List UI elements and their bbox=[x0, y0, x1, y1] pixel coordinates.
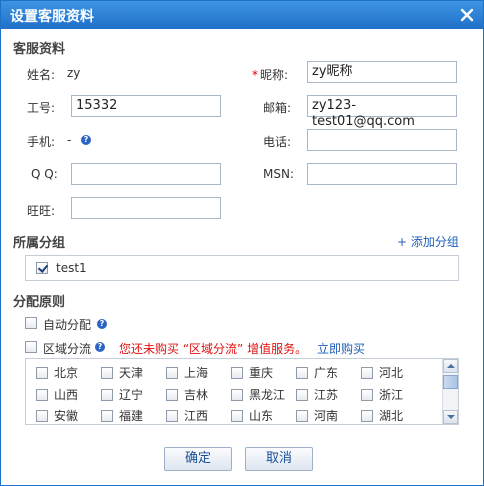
region-split-label: 区域分流 bbox=[43, 342, 92, 356]
msn-input[interactable] bbox=[307, 163, 457, 185]
dialog-title: 设置客服资料 bbox=[10, 9, 94, 25]
auto-assign-help-icon[interactable]: ? bbox=[97, 319, 107, 329]
region-item[interactable]: 福建 bbox=[101, 407, 143, 423]
region-list-scrollbar[interactable] bbox=[442, 359, 458, 424]
region-checkbox[interactable] bbox=[296, 366, 308, 379]
confirm-button[interactable]: 确定 bbox=[164, 447, 232, 471]
email-input[interactable]: zy123-test01@qq.com bbox=[307, 95, 457, 129]
nickname-label: 昵称: bbox=[260, 68, 289, 82]
region-item[interactable]: 黑龙江 bbox=[231, 386, 285, 402]
scroll-down-arrow-icon[interactable] bbox=[443, 410, 458, 424]
close-icon[interactable] bbox=[457, 5, 477, 25]
region-item[interactable]: 上海 bbox=[166, 364, 208, 380]
region-checkbox[interactable] bbox=[361, 366, 373, 379]
profile-section-title: 客服资料 bbox=[13, 42, 66, 57]
msn-label: MSN: bbox=[263, 167, 294, 181]
region-checkbox[interactable] bbox=[296, 388, 308, 401]
name-label: 姓名: bbox=[27, 68, 56, 82]
region-checkbox[interactable] bbox=[36, 409, 48, 422]
region-item[interactable]: 安徽 bbox=[36, 407, 78, 423]
dialog-titlebar: 设置客服资料 bbox=[1, 1, 483, 29]
customer-service-profile-dialog: 设置客服资料 客服资料 姓名: zy * 昵称: zy昵称 工号: 15332 邮… bbox=[0, 0, 484, 486]
phone-label: 电话: bbox=[263, 135, 292, 149]
group-section-title: 所属分组 bbox=[13, 236, 66, 251]
region-list: 北京 天津 上海 重庆 广东 河北 山西 辽宁 吉林 黑龙江 江苏 浙江 安徽 … bbox=[25, 358, 459, 425]
region-checkbox[interactable] bbox=[36, 388, 48, 401]
assignment-section-title: 分配原则 bbox=[13, 295, 66, 310]
auto-assign-checkbox[interactable] bbox=[25, 317, 37, 329]
region-item[interactable]: 吉林 bbox=[166, 386, 208, 402]
email-label: 邮箱: bbox=[263, 101, 292, 115]
region-split-help-icon[interactable]: ? bbox=[95, 342, 105, 352]
region-item[interactable]: 广东 bbox=[296, 364, 338, 380]
nickname-label-wrap: * 昵称: bbox=[252, 66, 288, 83]
region-item[interactable]: 江西 bbox=[166, 407, 208, 423]
auto-assign-label: 自动分配 bbox=[43, 318, 92, 332]
region-item[interactable]: 浙江 bbox=[361, 386, 403, 402]
region-item[interactable]: 北京 bbox=[36, 364, 78, 380]
scroll-thumb[interactable] bbox=[443, 375, 458, 389]
region-checkbox[interactable] bbox=[101, 409, 113, 422]
mobile-value: - bbox=[67, 133, 72, 147]
employee-id-input[interactable]: 15332 bbox=[71, 95, 221, 117]
region-checkbox[interactable] bbox=[166, 388, 178, 401]
region-item[interactable]: 河北 bbox=[361, 364, 403, 380]
add-group-link[interactable]: + 添加分组 bbox=[397, 233, 459, 250]
region-split-warning: 您还未购买 “区域分流” 增值服务。 bbox=[119, 342, 308, 356]
region-item[interactable]: 山东 bbox=[231, 407, 273, 423]
employee-id-label: 工号: bbox=[27, 101, 56, 115]
region-checkbox[interactable] bbox=[361, 409, 373, 422]
region-checkbox[interactable] bbox=[361, 388, 373, 401]
region-checkbox[interactable] bbox=[166, 366, 178, 379]
group-checkbox-test1[interactable] bbox=[36, 262, 48, 274]
region-item[interactable]: 天津 bbox=[101, 364, 143, 380]
region-item[interactable]: 江苏 bbox=[296, 386, 338, 402]
region-item[interactable]: 辽宁 bbox=[101, 386, 143, 402]
region-checkbox[interactable] bbox=[231, 388, 243, 401]
mobile-label: 手机: bbox=[27, 135, 56, 149]
region-item[interactable]: 山西 bbox=[36, 386, 78, 402]
cancel-button[interactable]: 取消 bbox=[245, 447, 313, 471]
phone-input[interactable] bbox=[307, 129, 457, 151]
region-checkbox[interactable] bbox=[231, 409, 243, 422]
region-split-checkbox[interactable] bbox=[25, 341, 37, 353]
region-checkbox[interactable] bbox=[36, 366, 48, 379]
region-checkbox[interactable] bbox=[166, 409, 178, 422]
region-checkbox[interactable] bbox=[231, 366, 243, 379]
region-checkbox[interactable] bbox=[296, 409, 308, 422]
name-value: zy bbox=[67, 66, 81, 80]
region-item[interactable]: 重庆 bbox=[231, 364, 273, 380]
qq-input[interactable] bbox=[71, 163, 221, 185]
required-marker: * bbox=[252, 68, 258, 82]
region-item[interactable]: 湖北 bbox=[361, 407, 403, 423]
region-checkbox[interactable] bbox=[101, 366, 113, 379]
region-item[interactable]: 河南 bbox=[296, 407, 338, 423]
wangwang-label: 旺旺: bbox=[27, 204, 56, 218]
wangwang-input[interactable] bbox=[71, 197, 221, 219]
region-checkbox[interactable] bbox=[101, 388, 113, 401]
mobile-help-icon[interactable]: ? bbox=[81, 135, 91, 145]
buy-now-link[interactable]: 立即购买 bbox=[317, 340, 365, 357]
group-name-test1: test1 bbox=[56, 261, 87, 275]
qq-label: Q Q: bbox=[31, 167, 58, 181]
scroll-up-arrow-icon[interactable] bbox=[443, 359, 458, 373]
nickname-input[interactable]: zy昵称 bbox=[307, 61, 457, 83]
group-list: test1 bbox=[25, 255, 459, 281]
